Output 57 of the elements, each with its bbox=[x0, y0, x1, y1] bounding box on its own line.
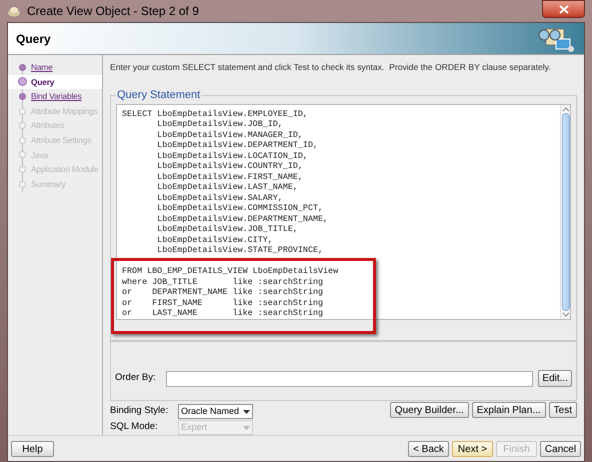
code-line: LboEmpDetailsView.MANAGER_ID, bbox=[156, 130, 304, 140]
close-icon bbox=[558, 4, 568, 14]
code-line: or LAST_NAME like :searchString bbox=[122, 308, 324, 318]
code-line: LboEmpDetailsView.LAST_NAME, bbox=[156, 182, 299, 192]
code-line: LboEmpDetailsView.DEPARTMENT_NAME, bbox=[156, 214, 330, 224]
field-label: SQL Mode: bbox=[110, 420, 159, 434]
close-button[interactable] bbox=[542, 0, 585, 18]
edit-button[interactable]: Edit... bbox=[538, 370, 572, 387]
code-line: LboEmpDetailsView.LOCATION_ID, bbox=[156, 150, 309, 161]
step-link[interactable]: Name bbox=[31, 60, 53, 74]
app-icon bbox=[7, 5, 21, 17]
step-node-icon bbox=[18, 106, 27, 116]
code-line: LboEmpDetailsView.COMMISSION_PCT, bbox=[156, 203, 324, 214]
binding-style-dropdown[interactable]: Oracle Named bbox=[178, 404, 253, 419]
code-line: where JOB_TITLE like :searchString bbox=[122, 276, 324, 287]
query-text-area[interactable] bbox=[116, 104, 571, 320]
code-line: LboEmpDetailsView.SALARY, bbox=[156, 192, 284, 203]
code-line: LboEmpDetailsView.JOB_ID, bbox=[156, 119, 284, 130]
code-line: LboEmpDetailsView.CITY, bbox=[156, 234, 274, 245]
wizard-button[interactable]: Cancel bbox=[540, 440, 581, 456]
code-line: or FIRST_NAME like :searchString bbox=[122, 298, 324, 308]
page-title: Query bbox=[16, 30, 52, 48]
action-button[interactable]: Query Builder... bbox=[390, 402, 469, 418]
help-button[interactable]: Help bbox=[11, 440, 54, 456]
scroll-up-icon[interactable] bbox=[562, 104, 570, 112]
code-line: LboEmpDetailsView.DEPARTMENT_ID, bbox=[156, 140, 320, 150]
code-line: LboEmpDetailsView.FIRST_NAME, bbox=[156, 172, 304, 182]
scrollbar[interactable] bbox=[560, 104, 570, 318]
step-node-icon bbox=[18, 62, 27, 72]
code-line: LboEmpDetailsView.COUNTRY_ID, bbox=[156, 161, 304, 172]
field-label: Order By: bbox=[115, 371, 156, 386]
step-link[interactable]: Bind Variables bbox=[31, 90, 82, 103]
field-label: Binding Style: bbox=[110, 404, 170, 418]
scroll-thumb[interactable] bbox=[562, 112, 570, 310]
group-label: Query Statement bbox=[116, 88, 202, 103]
step-node-icon bbox=[18, 164, 27, 174]
instructions: Enter your custom SELECT statement and click Test to check its syntax. Provide the ORDER BY clause separately. bbox=[110, 61, 551, 73]
code-line: FROM LBO_EMP_DETAILS_VIEW LboEmpDetailsView bbox=[122, 266, 340, 276]
wizard-button[interactable]: Next > bbox=[452, 440, 493, 456]
step-node-icon bbox=[18, 92, 27, 101]
scroll-down-icon[interactable] bbox=[562, 310, 570, 318]
action-button[interactable]: Test bbox=[548, 402, 577, 418]
window-title: Create View Object - Step 2 of 9 bbox=[27, 3, 199, 20]
dropdown-caret-icon bbox=[243, 426, 250, 430]
wizard-button[interactable]: < Back bbox=[408, 440, 449, 456]
step-node-icon bbox=[18, 150, 27, 160]
step-node-icon bbox=[18, 180, 27, 189]
code-line: LboEmpDetailsView.STATE_PROVINCE, bbox=[156, 245, 324, 256]
step-node-icon bbox=[18, 121, 27, 130]
action-button[interactable]: Explain Plan... bbox=[472, 402, 546, 418]
dropdown-caret-icon bbox=[243, 410, 250, 414]
code-line: or DEPARTMENT_NAME like :searchString bbox=[122, 287, 324, 298]
step-node-icon bbox=[18, 136, 27, 145]
code-line: SELECT LboEmpDetailsView.EMPLOYEE_ID, bbox=[122, 108, 309, 119]
step-node-icon bbox=[18, 77, 27, 86]
order-by-field[interactable] bbox=[166, 370, 534, 386]
code-line: LboEmpDetailsView.JOB_TITLE, bbox=[156, 224, 299, 234]
